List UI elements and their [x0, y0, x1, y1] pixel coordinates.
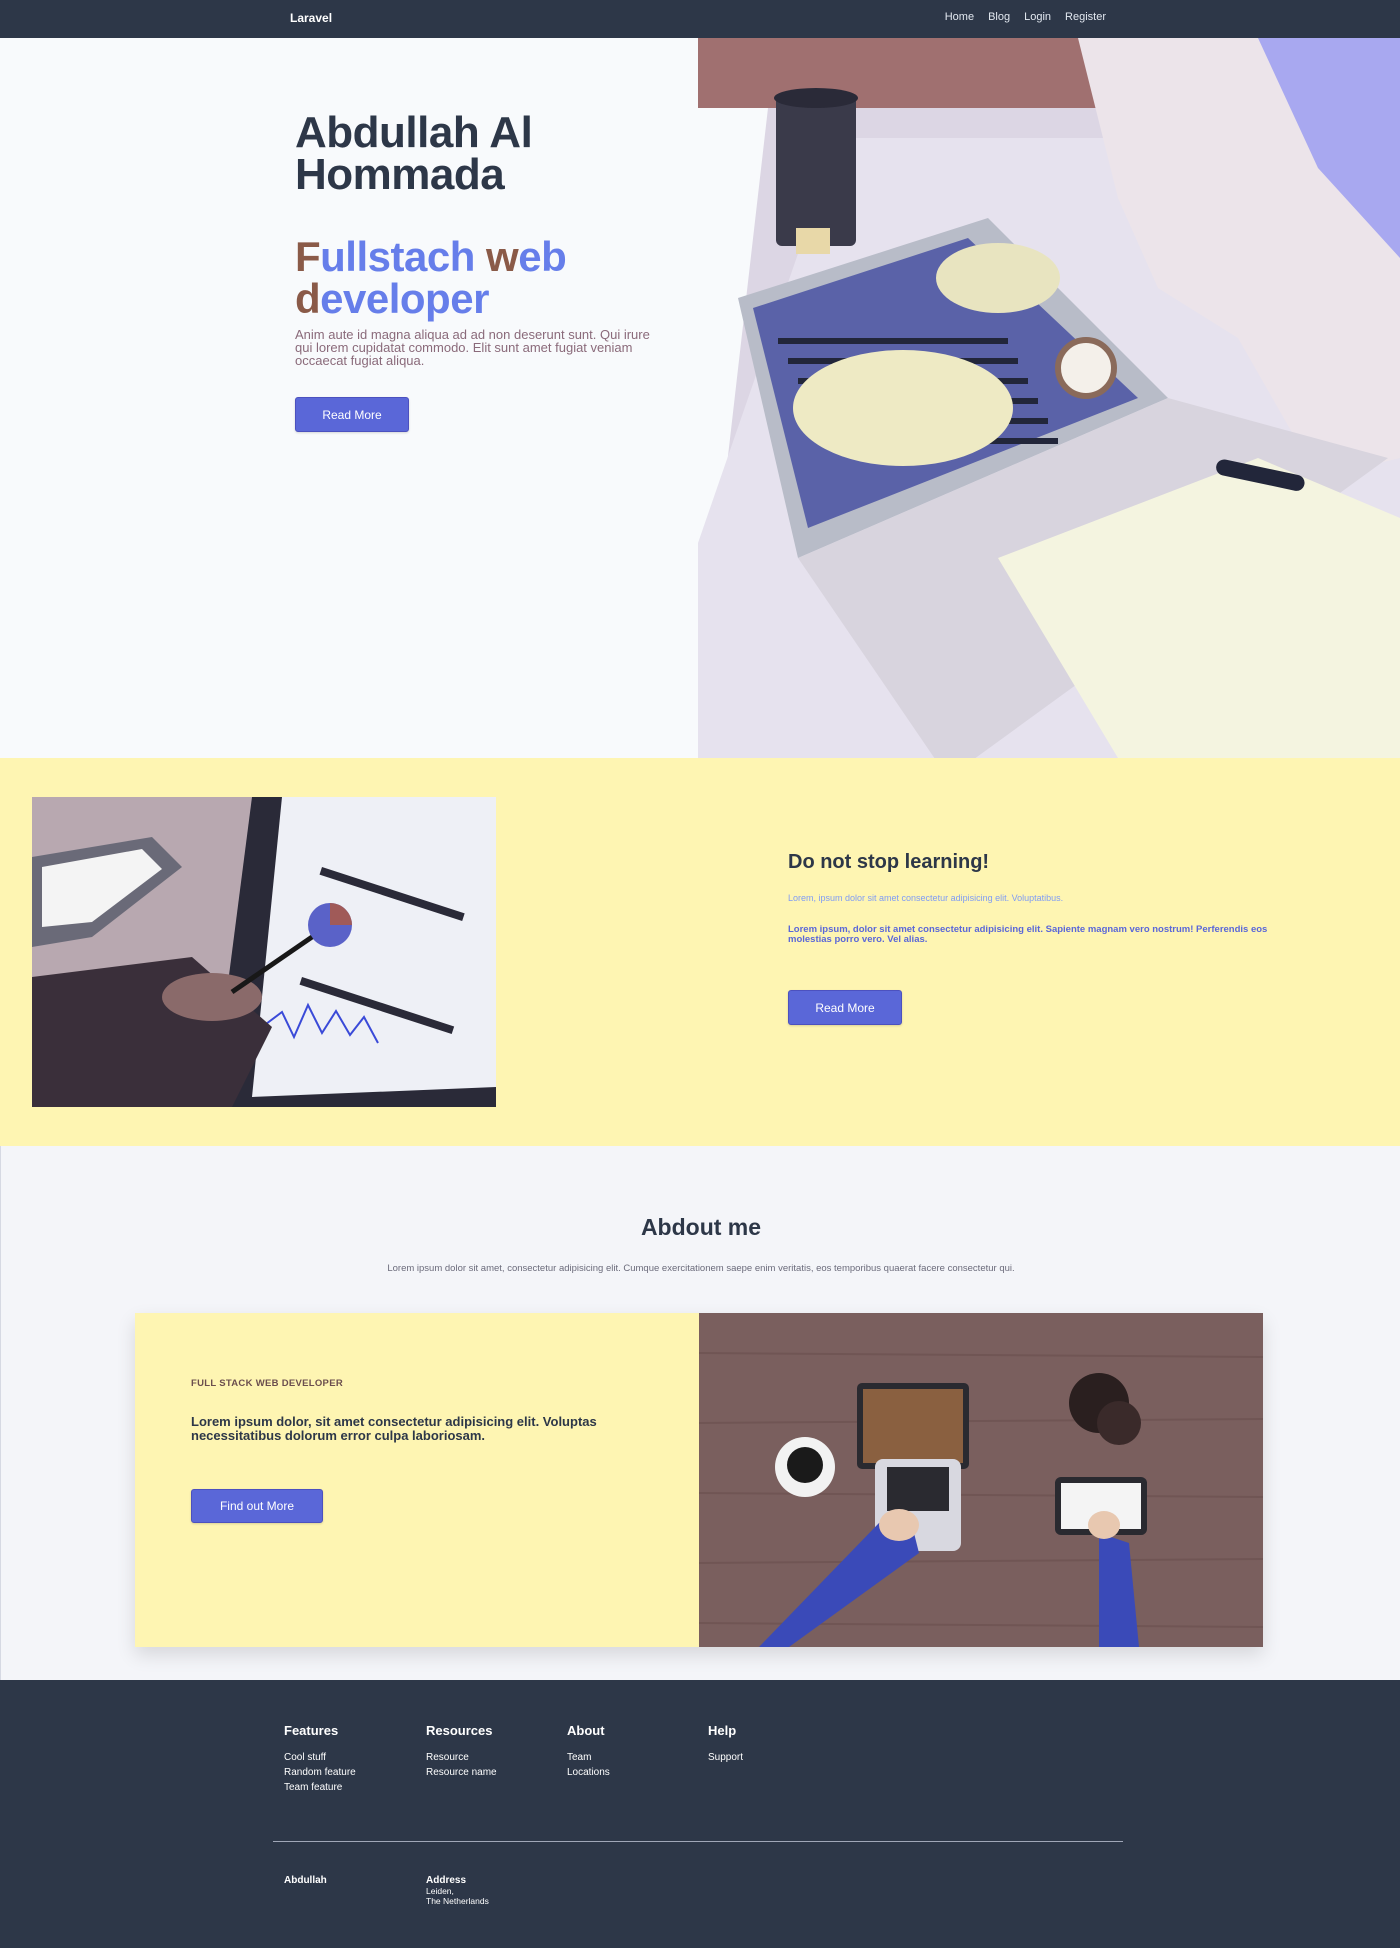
- hero-laptop-image: [698, 38, 1400, 758]
- learning-read-more-button[interactable]: Read More: [788, 990, 902, 1025]
- footer-address: Address Leiden, The Netherlands: [426, 1875, 489, 1906]
- workspace-topdown-photo-icon: [699, 1313, 1263, 1647]
- tablet-chart-image: [32, 797, 496, 1107]
- hero-description: Anim aute id magna aliqua ad ad non dese…: [295, 327, 650, 368]
- footer-column-help: Help Support: [708, 1723, 743, 1765]
- footer-link-team[interactable]: Team: [567, 1750, 610, 1765]
- footer-link-team-feature[interactable]: Team feature: [284, 1780, 356, 1795]
- find-out-more-button[interactable]: Find out More: [191, 1489, 323, 1523]
- learning-section: Do not stop learning! Lorem, ipsum dolor…: [0, 758, 1400, 1146]
- about-section: Abdout me Lorem ipsum dolor sit amet, co…: [0, 1146, 1400, 1680]
- about-card-text-panel: FULL STACK WEB DEVELOPER Lorem ipsum dol…: [135, 1313, 699, 1647]
- hero-role-heading: Fullstach web developer: [295, 233, 567, 322]
- footer-divider: [273, 1841, 1123, 1842]
- footer-link-support[interactable]: Support: [708, 1750, 743, 1765]
- about-card-kicker: FULL STACK WEB DEVELOPER: [191, 1378, 343, 1389]
- hero-section: Abdullah Al Hommada Fullstach web develo…: [0, 38, 1400, 758]
- brand-link[interactable]: Laravel: [290, 11, 332, 25]
- top-navbar: Laravel Home Blog Login Register: [0, 0, 1400, 38]
- footer-address-title: Address: [426, 1875, 467, 1886]
- learning-small-text: Lorem, ipsum dolor sit amet consectetur …: [788, 893, 1064, 903]
- nav-link-blog[interactable]: Blog: [988, 11, 1010, 23]
- footer-owner-name: Abdullah: [284, 1875, 327, 1886]
- about-subtitle: Lorem ipsum dolor sit amet, consectetur …: [387, 1263, 1015, 1274]
- about-title: Abdout me: [640, 1214, 762, 1240]
- tablet-chart-photo-icon: [32, 797, 496, 1107]
- about-card: FULL STACK WEB DEVELOPER Lorem ipsum dol…: [135, 1313, 1263, 1647]
- hero-read-more-button[interactable]: Read More: [295, 397, 409, 432]
- hero-name-heading: Abdullah Al Hommada: [295, 108, 533, 199]
- footer-link-cool-stuff[interactable]: Cool stuff: [284, 1750, 356, 1765]
- hero-text-block: Abdullah Al Hommada Fullstach web develo…: [295, 108, 675, 368]
- footer-heading-resources: Resources: [426, 1723, 493, 1738]
- workspace-image: [699, 1313, 1263, 1647]
- learning-bold-text: Lorem ipsum, dolor sit amet consectetur …: [788, 924, 1268, 945]
- footer-column-features: Features Cool stuff Random feature Team …: [284, 1723, 356, 1795]
- footer-link-resource-name[interactable]: Resource name: [426, 1765, 497, 1780]
- nav-link-home[interactable]: Home: [945, 11, 974, 23]
- footer-link-locations[interactable]: Locations: [567, 1765, 610, 1780]
- nav-link-login[interactable]: Login: [1024, 11, 1051, 23]
- footer-column-resources: Resources Resource Resource name: [426, 1723, 497, 1780]
- footer-address-line: The Netherlands: [426, 1896, 489, 1906]
- footer-heading-about: About: [567, 1723, 605, 1738]
- footer-address-line: Leiden,: [426, 1886, 454, 1896]
- about-card-text: Lorem ipsum dolor, sit amet consectetur …: [191, 1414, 597, 1443]
- laptop-desk-photo-icon: [698, 38, 1400, 758]
- footer-column-about: About Team Locations: [567, 1723, 610, 1780]
- footer-link-resource[interactable]: Resource: [426, 1750, 497, 1765]
- footer-heading-help: Help: [708, 1723, 737, 1738]
- learning-title: Do not stop learning!: [788, 851, 990, 873]
- nav-link-register[interactable]: Register: [1065, 11, 1106, 23]
- footer-owner: Abdullah: [284, 1875, 327, 1886]
- page-footer: Features Cool stuff Random feature Team …: [0, 1680, 1400, 1948]
- footer-link-random-feature[interactable]: Random feature: [284, 1765, 356, 1780]
- footer-heading-features: Features: [284, 1723, 339, 1738]
- nav-links: Home Blog Login Register: [945, 11, 1106, 23]
